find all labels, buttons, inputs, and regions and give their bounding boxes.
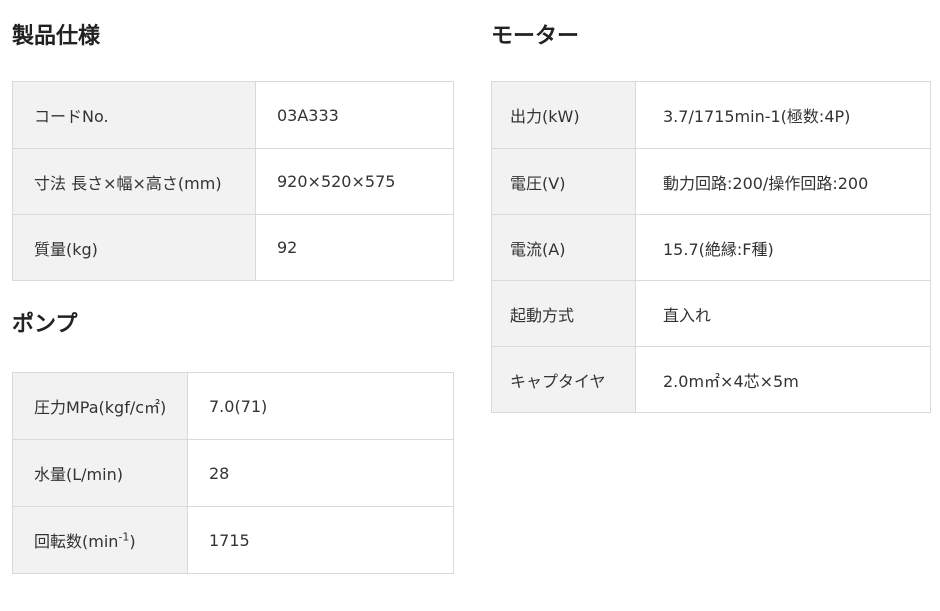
spec-value: 92 xyxy=(255,214,454,281)
spec-label: キャプタイヤ xyxy=(491,346,636,413)
spec-label: 圧力MPa(kgf/c㎡) xyxy=(12,372,188,440)
motor-spec-table: 出力(kW) 3.7/1715min-1(極数:4P) 電圧(V) 動力回路:2… xyxy=(491,81,931,413)
table-row: 電圧(V) 動力回路:200/操作回路:200 xyxy=(491,148,931,215)
spec-label: 寸法 長さ×幅×高さ(mm) xyxy=(12,148,256,215)
table-row: キャプタイヤ 2.0m㎡×4芯×5m xyxy=(491,346,931,413)
spec-value: 7.0(71) xyxy=(187,372,454,440)
product-spec-title: 製品仕様 xyxy=(12,24,101,49)
spec-value: 動力回路:200/操作回路:200 xyxy=(635,148,931,215)
spec-label-text: 回転数(min xyxy=(34,532,119,551)
spec-label-exponent: -1 xyxy=(118,530,130,544)
spec-label: 質量(kg) xyxy=(12,214,256,281)
pump-spec-table: 圧力MPa(kgf/c㎡) 7.0(71) 水量(L/min) 28 回転数(m… xyxy=(12,372,454,574)
spec-label: 水量(L/min) xyxy=(12,439,188,507)
spec-value: 15.7(絶縁:F種) xyxy=(635,214,931,281)
table-row: 起動方式 直入れ xyxy=(491,280,931,347)
spec-value: 直入れ xyxy=(635,280,931,347)
table-row: 圧力MPa(kgf/c㎡) 7.0(71) xyxy=(12,372,454,440)
table-row: 回転数(min-1) 1715 xyxy=(12,506,454,574)
table-row: 質量(kg) 92 xyxy=(12,214,454,281)
spec-value: 28 xyxy=(187,439,454,507)
spec-label: 電圧(V) xyxy=(491,148,636,215)
spec-label: 出力(kW) xyxy=(491,81,636,149)
motor-spec-title: モーター xyxy=(491,24,580,49)
spec-value: 2.0m㎡×4芯×5m xyxy=(635,346,931,413)
spec-value: 1715 xyxy=(187,506,454,574)
product-spec-table: コードNo. 03A333 寸法 長さ×幅×高さ(mm) 920×520×575… xyxy=(12,81,454,281)
table-row: コードNo. 03A333 xyxy=(12,81,454,149)
table-row: 水量(L/min) 28 xyxy=(12,439,454,507)
table-row: 出力(kW) 3.7/1715min-1(極数:4P) xyxy=(491,81,931,149)
table-row: 寸法 長さ×幅×高さ(mm) 920×520×575 xyxy=(12,148,454,215)
spec-value: 920×520×575 xyxy=(255,148,454,215)
spec-label: 回転数(min-1) xyxy=(12,506,188,574)
spec-value: 03A333 xyxy=(255,81,454,149)
spec-value: 3.7/1715min-1(極数:4P) xyxy=(635,81,931,149)
spec-label: コードNo. xyxy=(12,81,256,149)
spec-label: 電流(A) xyxy=(491,214,636,281)
spec-label-suffix: ) xyxy=(129,532,136,551)
table-row: 電流(A) 15.7(絶縁:F種) xyxy=(491,214,931,281)
spec-label: 起動方式 xyxy=(491,280,636,347)
pump-spec-title: ポンプ xyxy=(12,312,78,337)
